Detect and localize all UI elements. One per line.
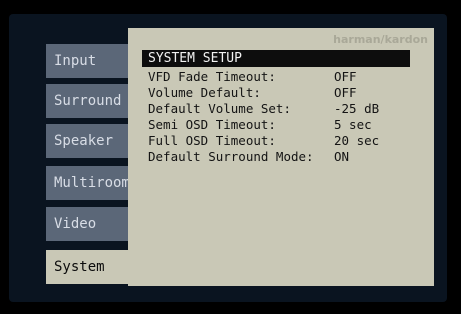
setting-semi-osd-timeout[interactable]: Semi OSD Timeout: 5 sec	[148, 117, 379, 133]
setting-default-surround-mode[interactable]: Default Surround Mode: ON	[148, 149, 379, 165]
osd-screen: Input Surround Speaker Multiroom Video S…	[9, 14, 447, 302]
settings-list: VFD Fade Timeout: OFF Volume Default: OFF …	[148, 69, 379, 165]
setting-value: 20 sec	[334, 133, 380, 148]
system-setup-panel: harman/kardon SYSTEM SETUP VFD Fade Time…	[128, 28, 434, 286]
setting-label: Full OSD Timeout:	[148, 133, 276, 148]
setting-default-volume-set[interactable]: Default Volume Set: -25 dB	[148, 101, 379, 117]
setting-label: Default Surround Mode:	[148, 149, 314, 164]
setting-volume-default[interactable]: Volume Default: OFF	[148, 85, 379, 101]
setting-full-osd-timeout[interactable]: Full OSD Timeout: 20 sec	[148, 133, 379, 149]
setting-value: 5 sec	[334, 117, 372, 132]
setting-value: OFF	[334, 85, 357, 100]
setting-label: Semi OSD Timeout:	[148, 117, 276, 132]
setting-value: OFF	[334, 69, 357, 84]
setting-value: ON	[334, 149, 350, 164]
setting-label: Default Volume Set:	[148, 101, 291, 116]
setting-vfd-fade-timeout[interactable]: VFD Fade Timeout: OFF	[148, 69, 379, 85]
brand-logo: harman/kardon	[333, 33, 428, 46]
setting-value: -25 dB	[334, 101, 380, 116]
panel-title: SYSTEM SETUP	[142, 50, 410, 67]
setting-label: VFD Fade Timeout:	[148, 69, 276, 84]
setting-label: Volume Default:	[148, 85, 261, 100]
